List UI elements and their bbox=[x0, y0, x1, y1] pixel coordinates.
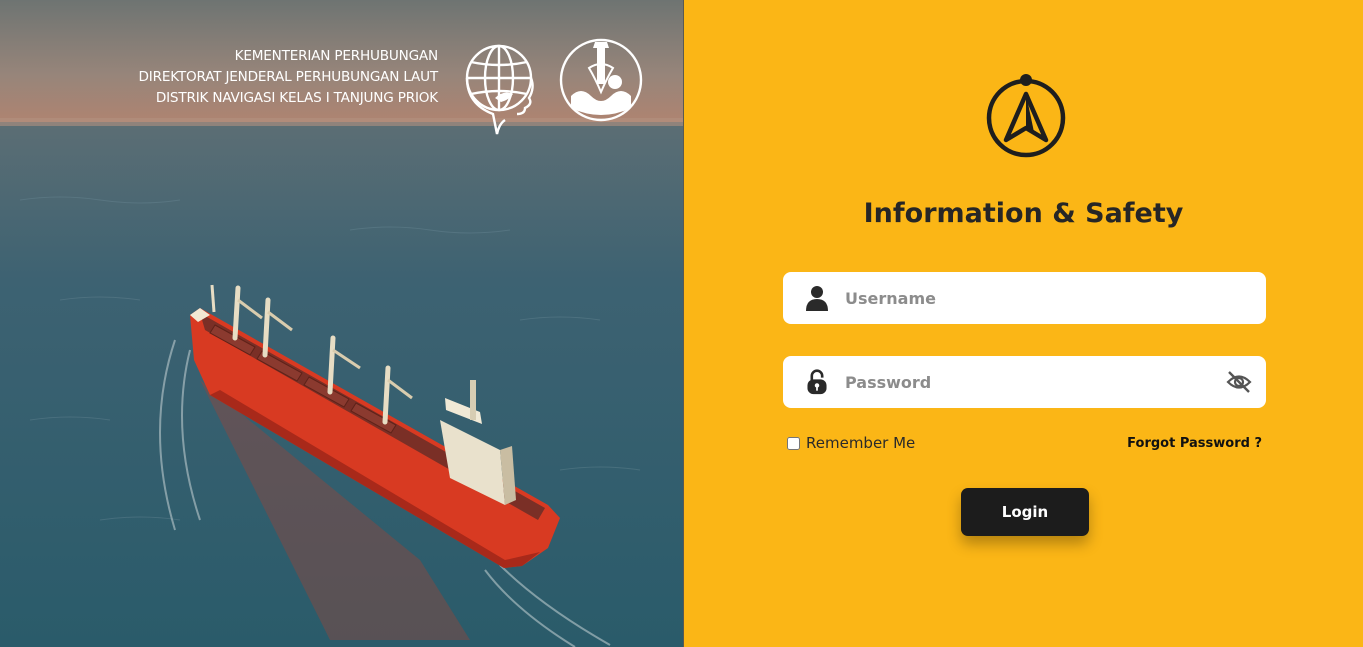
org-line-directorate: DIREKTORAT JENDERAL PERHUBUNGAN LAUT bbox=[138, 69, 439, 85]
forgot-password-link[interactable]: Forgot Password ? bbox=[1127, 436, 1262, 451]
remember-me[interactable]: Remember Me bbox=[787, 434, 915, 452]
login-panel: Information & Safety Remember Me Forgot … bbox=[684, 0, 1363, 647]
org-line-district: DISTRIK NAVIGASI KELAS I TANJUNG PRIOK bbox=[155, 90, 438, 106]
eye-slash-icon[interactable] bbox=[1226, 370, 1252, 394]
username-input[interactable] bbox=[845, 272, 1205, 324]
remember-me-label: Remember Me bbox=[806, 434, 916, 452]
lock-icon bbox=[807, 369, 827, 395]
remember-me-checkbox[interactable] bbox=[787, 436, 800, 450]
username-field[interactable] bbox=[783, 272, 1266, 324]
login-button[interactable]: Login bbox=[961, 488, 1089, 536]
org-line-ministry: KEMENTERIAN PERHUBUNGAN bbox=[234, 48, 439, 64]
ministry-emblem-logo bbox=[465, 44, 534, 135]
navigation-district-emblem-logo bbox=[559, 38, 643, 122]
organization-name: KEMENTERIAN PERHUBUNGAN DIREKTORAT JENDE… bbox=[138, 46, 439, 109]
password-field[interactable] bbox=[783, 356, 1266, 408]
hero-image: KEMENTERIAN PERHUBUNGAN DIREKTORAT JENDE… bbox=[0, 0, 683, 647]
app-title: Information & Safety bbox=[863, 198, 1184, 229]
compass-logo-icon bbox=[986, 74, 1066, 158]
user-icon bbox=[806, 286, 828, 311]
password-input[interactable] bbox=[845, 356, 1205, 408]
